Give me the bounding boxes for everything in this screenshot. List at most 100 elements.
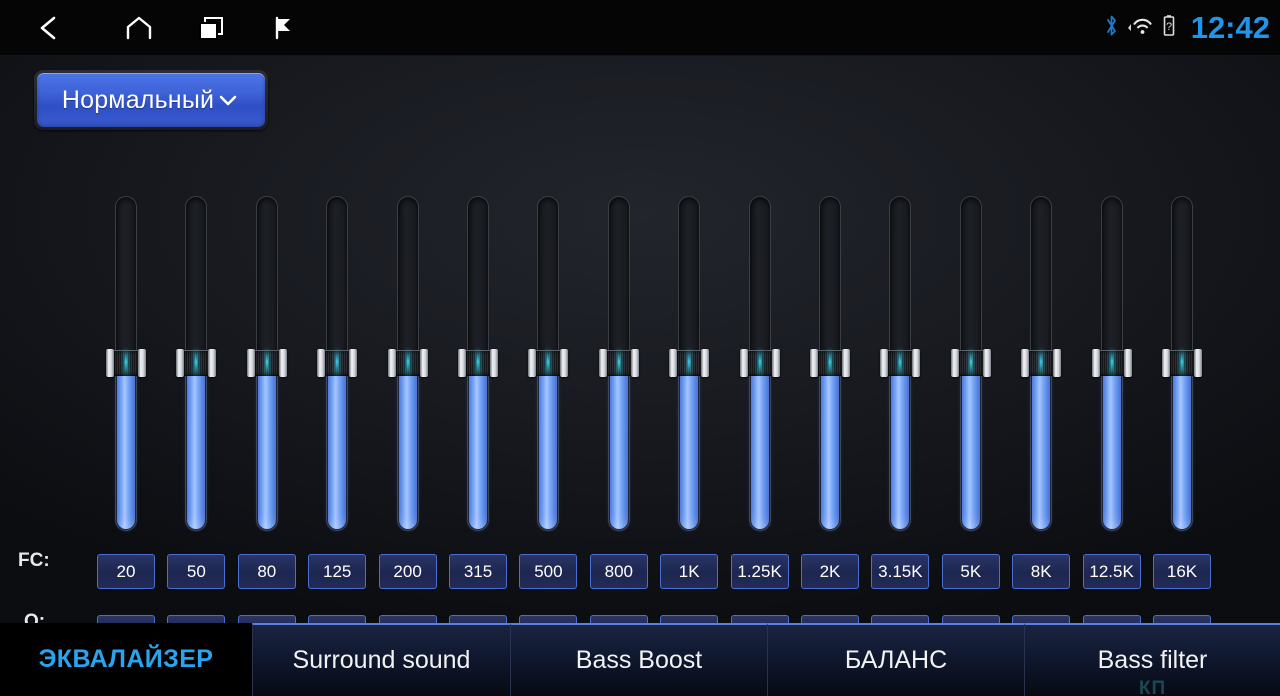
slider-fill <box>961 363 980 529</box>
slider-thumb-cap-right <box>138 349 146 377</box>
slider-thumb-cap-left <box>810 349 818 377</box>
slider-thumb-glow <box>687 351 691 375</box>
slider-thumb-cap-left <box>317 349 326 377</box>
slider-thumb-cap-right <box>982 349 991 377</box>
slider-fill <box>328 363 347 529</box>
slider-thumb[interactable] <box>810 349 850 377</box>
slider-thumb-cap-left <box>106 349 114 377</box>
slider-thumb-glow <box>969 351 973 375</box>
eq-slider-1.25K[interactable] <box>739 196 780 531</box>
fc-cell[interactable]: 315 <box>449 554 507 589</box>
slider-thumb-glow <box>124 351 128 375</box>
tab-surround-sound[interactable]: Surround sound <box>252 623 510 696</box>
slider-thumb-cap-left <box>246 349 255 377</box>
home-icon[interactable] <box>108 0 170 56</box>
tab-эквалайзер[interactable]: ЭКВАЛАЙЗЕР <box>0 623 252 696</box>
slider-thumb-glow <box>1039 351 1043 375</box>
slider-thumb[interactable] <box>950 349 991 377</box>
slider-thumb-glow <box>194 351 198 375</box>
slider-thumb-cap-left <box>598 349 607 377</box>
slider-thumb[interactable] <box>669 349 710 377</box>
slider-thumb[interactable] <box>1021 349 1062 377</box>
tab-bass-boost[interactable]: Bass Boost <box>510 623 767 696</box>
slider-fill <box>680 363 699 529</box>
eq-slider-20[interactable] <box>106 196 146 531</box>
slider-thumb[interactable] <box>598 349 639 377</box>
slider-thumb-glow <box>406 351 410 375</box>
slider-thumb-cap-left <box>1021 349 1030 377</box>
slider-thumb-cap-left <box>739 349 748 377</box>
slider-thumb-glow <box>546 351 550 375</box>
slider-thumb[interactable] <box>176 349 217 377</box>
slider-thumb-cap-right <box>490 349 498 377</box>
fc-cell[interactable]: 125 <box>308 554 367 589</box>
slider-thumb[interactable] <box>1091 349 1132 377</box>
slider-thumb[interactable] <box>246 349 287 377</box>
fc-cell[interactable]: 16K <box>1153 554 1211 589</box>
fc-cell[interactable]: 1K <box>660 554 719 589</box>
slider-thumb-glow <box>758 351 762 375</box>
slider-thumb[interactable] <box>739 349 780 377</box>
fc-cell[interactable]: 1.25K <box>730 554 789 589</box>
slider-thumb-cap-right <box>419 349 428 377</box>
bluetooth-icon <box>1104 13 1119 44</box>
eq-slider-2K[interactable] <box>810 196 850 531</box>
system-icons: ? 12:42 <box>1104 0 1270 56</box>
eq-slider-1K[interactable] <box>669 196 710 531</box>
slider-thumb-cap-right <box>701 349 710 377</box>
eq-slider-200[interactable] <box>387 196 428 531</box>
fc-cell[interactable]: 500 <box>519 554 578 589</box>
flag-icon[interactable] <box>252 0 314 56</box>
slider-thumb-cap-right <box>1194 349 1202 377</box>
fc-cell[interactable]: 3.15K <box>871 554 930 589</box>
slider-thumb[interactable] <box>317 349 358 377</box>
tab-баланс[interactable]: БАЛАНС <box>767 623 1024 696</box>
eq-slider-8K[interactable] <box>1021 196 1062 531</box>
eq-slider-12.5K[interactable] <box>1091 196 1132 531</box>
fc-cell[interactable]: 80 <box>237 554 296 589</box>
eq-slider-5K[interactable] <box>950 196 991 531</box>
eq-slider-3.15K[interactable] <box>880 196 921 531</box>
slider-thumb[interactable] <box>1162 349 1202 377</box>
eq-slider-125[interactable] <box>317 196 358 531</box>
tab-label: ЭКВАЛАЙЗЕР <box>38 645 214 673</box>
slider-thumb-glow <box>898 351 902 375</box>
slider-thumb-glow <box>1180 351 1184 375</box>
slider-thumb-glow <box>476 351 480 375</box>
slider-thumb[interactable] <box>458 349 498 377</box>
slider-thumb-cap-right <box>912 349 921 377</box>
fc-cell[interactable]: 8K <box>1012 554 1071 589</box>
slider-fill <box>1032 363 1051 529</box>
watermark: КП <box>1138 678 1167 696</box>
fc-cell[interactable]: 50 <box>167 554 226 589</box>
slider-thumb-cap-right <box>208 349 217 377</box>
eq-slider-500[interactable] <box>528 196 569 531</box>
fc-cell[interactable]: 12.5K <box>1082 554 1141 589</box>
fc-cell[interactable]: 2K <box>801 554 859 589</box>
eq-slider-800[interactable] <box>598 196 639 531</box>
fc-row-label: FC: <box>18 550 50 571</box>
slider-thumb-cap-left <box>528 349 537 377</box>
eq-slider-16K[interactable] <box>1162 196 1202 531</box>
back-icon[interactable] <box>18 0 80 56</box>
eq-slider-50[interactable] <box>176 196 217 531</box>
eq-slider-80[interactable] <box>246 196 287 531</box>
battery-unknown-icon: ? <box>1161 13 1177 44</box>
slider-thumb[interactable] <box>528 349 569 377</box>
slider-thumb-glow <box>335 351 339 375</box>
slider-thumb-cap-left <box>176 349 185 377</box>
slider-thumb[interactable] <box>880 349 921 377</box>
slider-thumb-cap-right <box>1053 349 1062 377</box>
fc-cell[interactable]: 200 <box>378 554 437 589</box>
slider-thumb[interactable] <box>106 349 146 377</box>
recents-icon[interactable] <box>180 0 242 56</box>
eq-slider-315[interactable] <box>458 196 498 531</box>
slider-thumb[interactable] <box>387 349 428 377</box>
slider-thumb-cap-right <box>771 349 780 377</box>
fc-cell[interactable]: 800 <box>589 554 648 589</box>
fc-cell[interactable]: 20 <box>97 554 155 589</box>
slider-fill <box>187 363 206 529</box>
fc-cell[interactable]: 5K <box>941 554 1000 589</box>
slider-fill <box>469 363 487 529</box>
tab-bass-filter[interactable]: Bass filter КП <box>1024 623 1280 696</box>
